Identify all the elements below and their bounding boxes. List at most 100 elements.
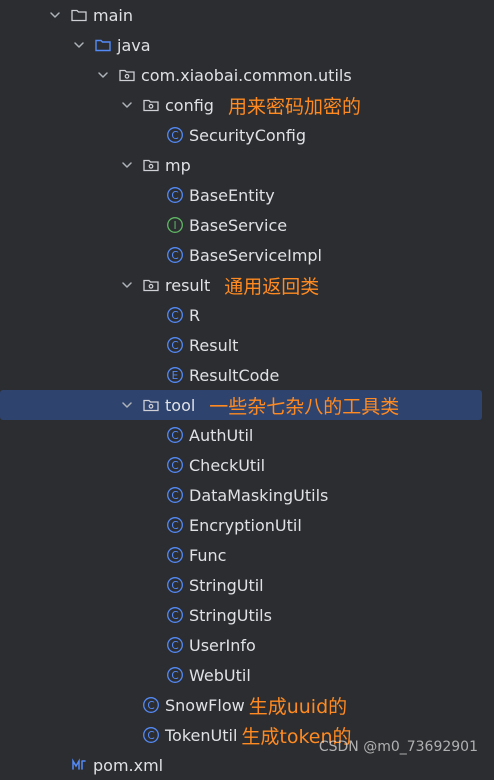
enum-icon: E	[166, 366, 184, 384]
maven-file-icon	[70, 756, 88, 774]
chevron-down-icon[interactable]	[120, 98, 134, 112]
class-icon: C	[166, 546, 184, 564]
tree-item-r[interactable]: CR	[0, 300, 494, 330]
svg-text:C: C	[171, 250, 178, 262]
tree-item-label: Func	[189, 545, 227, 565]
tree-item-label: main	[93, 5, 133, 25]
chevron-down-icon[interactable]	[48, 8, 62, 22]
source-folder-icon	[94, 36, 112, 54]
svg-text:C: C	[147, 730, 154, 742]
tree-item-func[interactable]: C Func	[0, 540, 494, 570]
class-icon: C	[166, 246, 184, 264]
svg-text:C: C	[171, 340, 178, 352]
svg-text:C: C	[171, 610, 178, 622]
tree-item-authutil[interactable]: C AuthUtil	[0, 420, 494, 450]
svg-text:E: E	[172, 370, 179, 382]
tree-item-label: EncryptionUtil	[189, 515, 302, 535]
class-icon: C	[166, 516, 184, 534]
class-icon: C	[166, 666, 184, 684]
tree-item-label: R	[189, 305, 201, 325]
tree-item-tool[interactable]: tool 一些杂七杂八的工具类	[0, 390, 482, 420]
svg-text:C: C	[171, 460, 178, 472]
svg-text:I: I	[173, 220, 176, 232]
package-icon	[142, 96, 160, 114]
svg-text:C: C	[171, 430, 178, 442]
svg-text:C: C	[147, 700, 154, 712]
tree-item-label: SecurityConfig	[189, 125, 307, 145]
tree-item-label: SnowFlow	[165, 695, 245, 715]
tree-item-result[interactable]: C Result	[0, 330, 494, 360]
tree-item-userinfo[interactable]: C UserInfo	[0, 630, 494, 660]
annotation-note: 一些杂七杂八的工具类	[209, 395, 400, 418]
class-icon: C	[166, 636, 184, 654]
svg-text:C: C	[171, 520, 178, 532]
chevron-down-icon[interactable]	[72, 38, 86, 52]
tree-item-label: com.xiaobai.common.utils	[141, 65, 352, 85]
chevron-down-icon[interactable]	[120, 278, 134, 292]
tree-item-java[interactable]: java	[0, 30, 494, 60]
tree-item-label: pom.xml	[93, 755, 164, 775]
tree-item-resultcode[interactable]: E ResultCode	[0, 360, 494, 390]
package-icon	[142, 276, 160, 294]
svg-text:C: C	[171, 310, 178, 322]
project-tree: main java com.xiaobai.common.utils config 用来…	[0, 0, 494, 775]
svg-text:C: C	[171, 670, 178, 682]
tree-item-label: CheckUtil	[189, 455, 266, 475]
class-icon: C	[142, 696, 160, 714]
tree-item-label: StringUtils	[189, 605, 272, 625]
class-icon: C	[166, 576, 184, 594]
tree-item-checkutil[interactable]: C CheckUtil	[0, 450, 494, 480]
class-icon: C	[166, 606, 184, 624]
class-icon: C	[166, 456, 184, 474]
package-icon	[118, 66, 136, 84]
tree-item-snowflow[interactable]: C SnowFlow 生成uuid的	[0, 690, 494, 720]
tree-item-label: mp	[165, 155, 191, 175]
svg-text:C: C	[171, 550, 178, 562]
tree-item-label: BaseServiceImpl	[189, 245, 322, 265]
svg-text:C: C	[171, 130, 178, 142]
tree-item-label: WebUtil	[189, 665, 251, 685]
tree-item-stringutil[interactable]: C StringUtil	[0, 570, 494, 600]
class-icon: C	[166, 486, 184, 504]
package-icon	[142, 156, 160, 174]
tree-item-datamaskingutils[interactable]: C DataMaskingUtils	[0, 480, 494, 510]
tree-item-label: result	[165, 275, 211, 295]
chevron-down-icon[interactable]	[120, 158, 134, 172]
tree-item-com-xiaobai-common-utils[interactable]: com.xiaobai.common.utils	[0, 60, 494, 90]
tree-item-mp[interactable]: mp	[0, 150, 494, 180]
interface-icon: I	[166, 216, 184, 234]
tree-item-label: ResultCode	[189, 365, 280, 385]
annotation-note: 生成uuid的	[248, 695, 348, 718]
class-icon: C	[166, 186, 184, 204]
tree-item-baseentity[interactable]: C BaseEntity	[0, 180, 494, 210]
tree-item-baseservice[interactable]: I BaseService	[0, 210, 494, 240]
tree-item-stringutils[interactable]: C StringUtils	[0, 600, 494, 630]
class-icon: C	[166, 306, 184, 324]
svg-text:C: C	[171, 580, 178, 592]
tree-item-label: tool	[165, 395, 196, 415]
tree-item-webutil[interactable]: C WebUtil	[0, 660, 494, 690]
annotation-note: 用来密码加密的	[227, 95, 361, 118]
tree-item-securityconfig[interactable]: C SecurityConfig	[0, 120, 494, 150]
svg-text:C: C	[171, 490, 178, 502]
tree-item-baseserviceimpl[interactable]: C BaseServiceImpl	[0, 240, 494, 270]
tree-item-encryptionutil[interactable]: C EncryptionUtil	[0, 510, 494, 540]
tree-item-label: TokenUtil	[165, 725, 238, 745]
tree-item-label: UserInfo	[189, 635, 256, 655]
svg-text:C: C	[171, 190, 178, 202]
tree-item-label: config	[165, 95, 214, 115]
package-icon	[142, 396, 160, 414]
tree-item-label: java	[117, 35, 151, 55]
tree-item-label: Result	[189, 335, 239, 355]
chevron-down-icon[interactable]	[96, 68, 110, 82]
tree-item-main[interactable]: main	[0, 0, 494, 30]
folder-icon	[70, 6, 88, 24]
chevron-down-icon[interactable]	[120, 398, 134, 412]
tree-item-label: AuthUtil	[189, 425, 254, 445]
tree-item-config[interactable]: config 用来密码加密的	[0, 90, 494, 120]
tree-item-label: StringUtil	[189, 575, 264, 595]
svg-text:C: C	[171, 640, 178, 652]
tree-item-result[interactable]: result 通用返回类	[0, 270, 494, 300]
tree-item-label: BaseService	[189, 215, 288, 235]
class-icon: C	[142, 726, 160, 744]
